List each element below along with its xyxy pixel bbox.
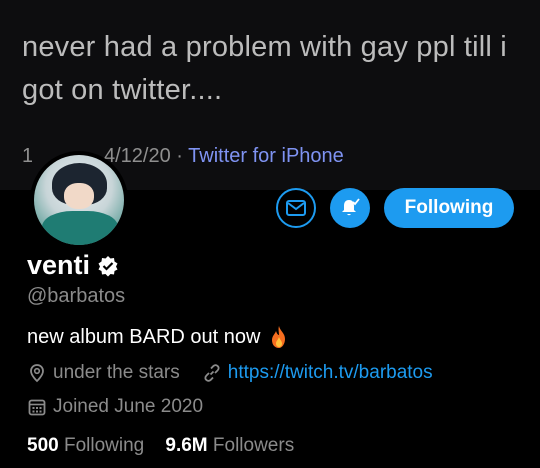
followers-count-link[interactable]: 9.6M Followers xyxy=(165,435,294,456)
followers-count: 9.6M xyxy=(165,435,208,456)
profile-name: venti xyxy=(27,250,91,280)
following-label: Following xyxy=(63,435,145,456)
bell-check-icon xyxy=(342,198,360,216)
notifications-button[interactable] xyxy=(330,188,370,228)
profile-bio-text: new album BARD out now xyxy=(27,325,261,348)
followers-label: Followers xyxy=(212,435,295,456)
following-count-link[interactable]: 500 Following xyxy=(27,435,150,456)
banner-tweet-source: Twitter for iPhone xyxy=(188,145,344,167)
following-button[interactable]: Following xyxy=(384,188,514,228)
message-button[interactable] xyxy=(276,188,316,228)
banner-tweet-date: 4/12/20 xyxy=(104,145,171,167)
banner-tweet-line-1: never had a problem with gay ppl till i xyxy=(22,31,507,63)
profile-joined-row: Joined June 2020 xyxy=(27,396,203,418)
following-count: 500 xyxy=(27,435,59,456)
profile-name-row: venti xyxy=(27,250,119,281)
profile-meta-row: under the stars https://twitch.tv/barbat… xyxy=(27,362,433,384)
profile-joined-date: Joined June 2020 xyxy=(53,396,204,417)
calendar-icon xyxy=(28,399,46,416)
banner-tweet-time: 1: xyxy=(22,145,32,167)
profile-location: under the stars xyxy=(53,362,180,383)
follow-counts: 500 Following 9.6M Followers xyxy=(27,435,294,457)
banner-tweet-line-2: got on twitter.... xyxy=(22,74,223,106)
avatar[interactable] xyxy=(30,151,128,249)
profile-url-link[interactable]: https://twitch.tv/barbatos xyxy=(228,362,433,384)
location-pin-icon xyxy=(30,364,44,383)
envelope-icon xyxy=(286,200,306,216)
link-icon xyxy=(204,364,220,382)
banner-tweet-separator: · xyxy=(176,145,183,167)
profile-bio: new album BARD out now xyxy=(27,325,290,349)
verified-badge-icon xyxy=(98,255,118,276)
profile-handle: @barbatos xyxy=(27,285,126,307)
fire-emoji-icon xyxy=(272,326,286,348)
avatar-image xyxy=(34,155,124,245)
banner-tweet-text: never had a problem with gay ppl till i … xyxy=(22,26,522,112)
